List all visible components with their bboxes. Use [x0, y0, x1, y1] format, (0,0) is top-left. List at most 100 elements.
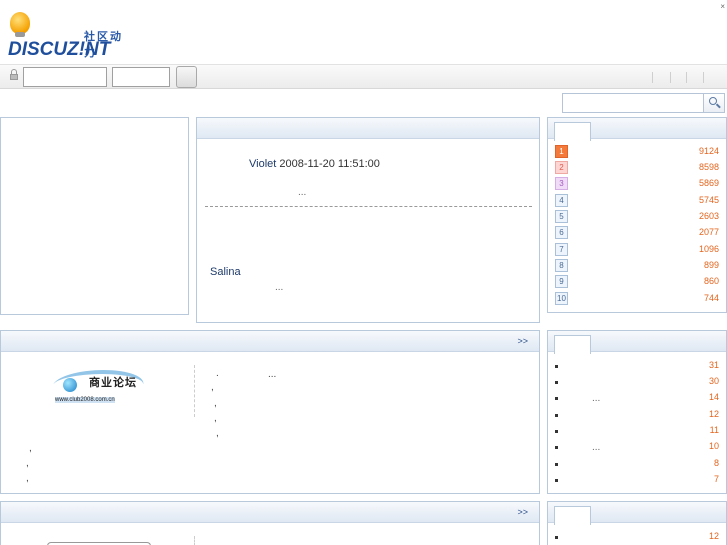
post-excerpt: ... — [298, 187, 307, 198]
list-value: 12 — [708, 409, 719, 419]
rank-value: 2603 — [698, 211, 719, 221]
list-item[interactable]: 8 — [555, 458, 719, 470]
bullet-icon — [555, 430, 558, 433]
divider — [194, 536, 195, 545]
list-value: 14 — [708, 392, 719, 402]
nav-separator — [703, 72, 704, 83]
logo-text: DISCUZ!NT — [8, 39, 111, 60]
panel-header: >> — [1, 502, 539, 523]
post-author[interactable]: Violet — [249, 158, 276, 170]
bullet-icon — [555, 414, 558, 417]
banner-url: www.club2008.com.cn — [55, 397, 115, 403]
list-item[interactable]: 31 — [555, 360, 719, 372]
list-marker: , — [214, 413, 217, 424]
list-item[interactable]: 3 5869 — [555, 177, 719, 191]
post-meta: Violet 2008-11-20 11:51:00 — [249, 158, 380, 170]
panel-header: >> — [1, 331, 539, 352]
bullet-icon — [555, 397, 558, 400]
forum-section: >> 商业论坛 www.club2008.com.cn . ... , , , … — [0, 330, 540, 494]
list-item[interactable]: ... 10 — [555, 441, 719, 453]
rank-value: 2077 — [698, 227, 719, 237]
post-time: 2008-11-20 11:51:00 — [279, 158, 380, 170]
more-link[interactable]: >> — [517, 507, 528, 517]
globe-icon — [63, 378, 77, 392]
list-item[interactable]: 6 2077 — [555, 226, 719, 240]
list-item[interactable]: 2 8598 — [555, 161, 719, 175]
forum-banner[interactable]: 商业论坛 www.club2008.com.cn — [47, 370, 149, 406]
list-item[interactable]: 10 744 — [555, 292, 719, 306]
logo[interactable]: 社区动力 DISCUZ!NT — [6, 8, 131, 60]
page: 社区动力 DISCUZ!NT × Violet 2008-11-20 11:51… — [0, 0, 727, 545]
rank-badge: 10 — [555, 292, 568, 305]
search-button[interactable] — [704, 93, 725, 113]
rank-badge: 8 — [555, 259, 568, 272]
login-button[interactable] — [176, 66, 197, 88]
rank-value: 8598 — [698, 162, 719, 172]
rank-badge: 1 — [555, 145, 568, 158]
rank-value: 1096 — [698, 244, 719, 254]
rank-value: 899 — [703, 260, 719, 270]
list-item[interactable]: 7 1096 — [555, 243, 719, 257]
divider — [194, 365, 195, 417]
list-value: 7 — [713, 474, 719, 484]
nav-separator — [686, 72, 687, 83]
list-item[interactable]: 1 9124 — [555, 145, 719, 159]
rank-value: 5869 — [698, 178, 719, 188]
list-marker: , — [211, 382, 214, 393]
bullet-icon — [555, 446, 558, 449]
bulb-base — [15, 32, 25, 37]
search-input[interactable] — [562, 93, 704, 113]
list-tab[interactable] — [554, 506, 591, 525]
list-value: 11 — [709, 425, 719, 435]
post-excerpt: ... — [275, 282, 284, 293]
list-item[interactable]: 9 860 — [555, 275, 719, 289]
list-value: 31 — [708, 360, 719, 370]
list-ellipsis: ... — [592, 442, 601, 453]
rank-value: 860 — [703, 276, 719, 286]
username-input[interactable] — [23, 67, 107, 87]
list-ellipsis: ... — [592, 393, 601, 404]
bullet-icon — [555, 365, 558, 368]
bullet-icon — [555, 536, 558, 539]
ranking-tab[interactable] — [554, 122, 591, 141]
nav-separator — [670, 72, 671, 83]
list-item[interactable]: 5 2603 — [555, 210, 719, 224]
list-item[interactable]: 12 — [555, 531, 719, 543]
left-panel — [0, 117, 189, 315]
list-item[interactable]: 30 — [555, 376, 719, 388]
top-list-panel: 12 — [547, 501, 727, 545]
top-list-panel: 31 30 ... 14 12 11 ... 10 8 7 — [547, 330, 727, 494]
rank-value: 9124 — [698, 146, 719, 156]
list-value: 8 — [713, 458, 719, 468]
rank-badge: 5 — [555, 210, 568, 223]
list-marker: , — [216, 428, 219, 439]
list-ellipsis: ... — [268, 369, 277, 380]
divider — [205, 206, 532, 207]
list-item[interactable]: 4 5745 — [555, 194, 719, 208]
list-item[interactable]: 11 — [555, 425, 719, 437]
latest-posts-panel: Violet 2008-11-20 11:51:00 ... Salina ..… — [196, 117, 540, 323]
list-item[interactable]: ... 14 — [555, 392, 719, 404]
list-marker: , — [29, 443, 32, 454]
bulb-icon — [10, 12, 30, 34]
post-author[interactable]: Salina — [210, 266, 241, 278]
panel-header — [197, 118, 539, 139]
close-icon[interactable]: × — [720, 2, 725, 11]
password-input[interactable] — [112, 67, 170, 87]
more-link[interactable]: >> — [517, 336, 528, 346]
list-tab[interactable] — [554, 335, 591, 354]
bullet-icon — [555, 479, 558, 482]
bullet-icon — [555, 463, 558, 466]
banner-title: 商业论坛 — [89, 377, 137, 389]
list-item[interactable]: 12 — [555, 409, 719, 421]
list-item[interactable]: 7 — [555, 474, 719, 486]
forum-section: >> — [0, 501, 540, 545]
lock-icon — [10, 69, 18, 80]
ranking-panel: 1 9124 2 8598 3 5869 4 5745 5 2603 6 2077 7 109… — [547, 117, 727, 313]
rank-badge: 6 — [555, 226, 568, 239]
list-item[interactable]: 8 899 — [555, 259, 719, 273]
list-marker: , — [26, 458, 29, 469]
list-value: 30 — [708, 376, 719, 386]
login-bar — [0, 64, 727, 89]
nav-separator — [652, 72, 653, 83]
